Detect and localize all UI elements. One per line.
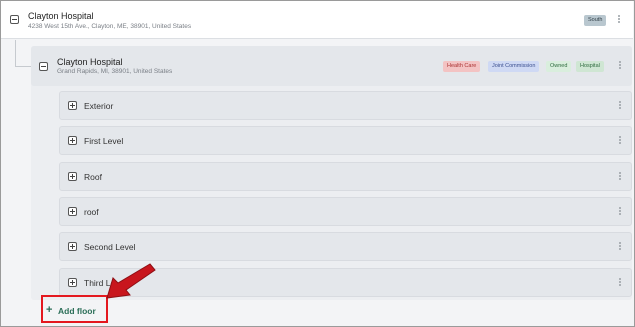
hospital-name: Clayton Hospital	[28, 11, 94, 21]
building-name: Clayton Hospital	[57, 57, 123, 67]
expand-icon[interactable]	[68, 136, 77, 145]
more-options-icon[interactable]	[618, 60, 622, 72]
expand-icon[interactable]	[68, 278, 77, 287]
building-row[interactable]: Clayton Hospital Grand Rapids, MI, 38901…	[31, 46, 632, 86]
more-options-icon[interactable]	[618, 277, 622, 289]
collapse-icon[interactable]	[39, 62, 48, 71]
more-options-icon[interactable]	[618, 135, 622, 147]
floor-label: First Level	[84, 136, 124, 146]
tree-line	[15, 40, 16, 66]
floor-label: Second Level	[84, 242, 136, 252]
expand-icon[interactable]	[68, 207, 77, 216]
more-options-icon[interactable]	[618, 206, 622, 218]
expand-icon[interactable]	[68, 172, 77, 181]
hospital-address: 4238 West 15th Ave., Clayton, ME, 38901,…	[28, 23, 192, 30]
floor-row[interactable]: roof	[59, 197, 632, 226]
tree-line	[15, 66, 31, 67]
expand-icon[interactable]	[68, 101, 77, 110]
more-options-icon[interactable]	[618, 241, 622, 253]
building-address: Grand Rapids, MI, 38901, United States	[57, 68, 173, 75]
more-options-icon[interactable]	[618, 100, 622, 112]
tag-health-care: Health Care	[443, 61, 481, 72]
floor-label: Exterior	[84, 101, 114, 111]
expand-icon[interactable]	[68, 242, 77, 251]
region-badge: South	[584, 15, 607, 26]
red-arrow-icon	[106, 263, 156, 299]
more-options-icon[interactable]	[617, 14, 621, 26]
floor-label: Roof	[84, 172, 102, 182]
hospital-row[interactable]: Clayton Hospital 4238 West 15th Ave., Cl…	[1, 1, 633, 39]
highlight-box	[41, 295, 108, 323]
more-options-icon[interactable]	[618, 171, 622, 183]
tag-joint-commission: Joint Commission	[488, 61, 540, 72]
collapse-icon[interactable]	[10, 15, 19, 24]
tag-hospital: Hospital	[576, 61, 604, 72]
tag-owned: Owned	[546, 61, 572, 72]
floor-row[interactable]: Exterior	[59, 91, 632, 120]
floor-row[interactable]: First Level	[59, 126, 632, 155]
floor-row[interactable]: Second Level	[59, 232, 632, 261]
floor-row[interactable]: Roof	[59, 162, 632, 191]
floor-label: roof	[84, 207, 99, 217]
